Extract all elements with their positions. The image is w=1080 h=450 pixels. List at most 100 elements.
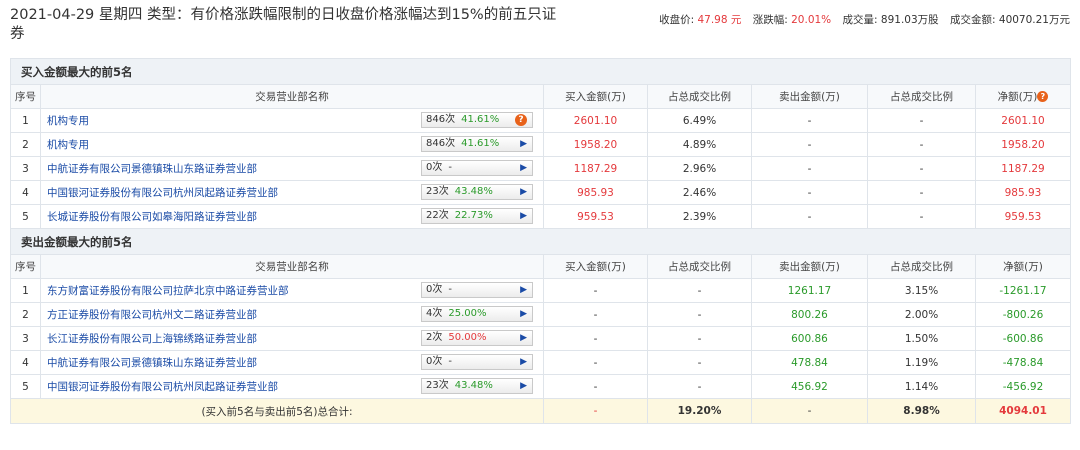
arrow-right-icon[interactable]: ▶ (520, 307, 527, 321)
buy-ratio: - (647, 278, 752, 303)
sell-amount: 456.92 (751, 374, 868, 399)
broker-link[interactable]: 长江证券股份有限公司上海锦绣路证券营业部 (47, 333, 257, 345)
broker-link[interactable]: 中国银河证券股份有限公司杭州凤起路证券营业部 (47, 187, 278, 199)
col-buy-ratio: 占总成交比例 (647, 254, 752, 279)
broker-link[interactable]: 长城证券股份有限公司如皋海阳路证券营业部 (47, 211, 257, 223)
col-sell: 卖出金额(万) (751, 254, 868, 279)
broker-link[interactable]: 中航证券有限公司景德镇珠山东路证券营业部 (47, 163, 257, 175)
success-rate: 25.00% (448, 308, 487, 319)
broker-link[interactable]: 机构专用 (47, 115, 89, 127)
row-seq: 3 (10, 156, 41, 181)
sell-ratio: - (867, 180, 976, 205)
col-seq: 序号 (10, 84, 41, 109)
table-row: 1 机构专用 846次 41.61%? 2601.10 6.49% - -2601.10 (10, 108, 1072, 133)
sell-ratio: 2.00% (867, 302, 976, 327)
history-badge[interactable]: 846次 41.61% ▶ (421, 136, 533, 152)
broker-cell: 长江证券股份有限公司上海锦绣路证券营业部 2次 50.00% ▶ (40, 326, 544, 351)
success-rate: - (448, 284, 452, 295)
success-rate: 43.48% (454, 380, 493, 391)
col-sell-ratio: 占总成交比例 (867, 84, 976, 109)
table-row: 1 东方财富证券股份有限公司拉萨北京中路证券营业部 0次 - ▶ - -1261.17 3.1… (10, 278, 1072, 303)
col-net: 净额(万) (974, 254, 1072, 279)
broker-link[interactable]: 中航证券有限公司景德镇珠山东路证券营业部 (47, 357, 257, 369)
times-count: 0次 (426, 284, 443, 295)
success-rate: 41.61% (461, 114, 500, 125)
arrow-right-icon[interactable]: ▶ (520, 355, 527, 369)
volume-value: 891.03万股 (880, 14, 939, 26)
total-sell-ratio: 8.98% (867, 398, 976, 424)
table-row: 5 中国银河证券股份有限公司杭州凤起路证券营业部 23次 43.48% ▶ - -456.9… (10, 374, 1072, 399)
net-amount: 959.53 (974, 204, 1072, 229)
close-value: 47.98 元 (697, 14, 742, 26)
success-rate: 43.48% (454, 186, 493, 197)
sell-ratio: 1.14% (867, 374, 976, 399)
row-seq: 1 (10, 278, 41, 303)
sell-amount: 800.26 (751, 302, 868, 327)
broker-link[interactable]: 中国银河证券股份有限公司杭州凤起路证券营业部 (47, 381, 278, 393)
buy-ratio: 2.96% (647, 156, 752, 181)
history-badge[interactable]: 22次 22.73% ▶ (421, 208, 533, 224)
sell-ratio: - (867, 156, 976, 181)
broker-cell: 中国银河证券股份有限公司杭州凤起路证券营业部 23次 43.48% ▶ (40, 374, 544, 399)
success-rate: 50.00% (448, 332, 487, 343)
history-badge[interactable]: 23次 43.48% ▶ (421, 378, 533, 394)
history-badge[interactable]: 23次 43.48% ▶ (421, 184, 533, 200)
buy-ratio: 2.46% (647, 180, 752, 205)
row-seq: 5 (10, 204, 41, 229)
broker-cell: 中航证券有限公司景德镇珠山东路证券营业部 0次 - ▶ (40, 350, 544, 375)
times-count: 22次 (426, 210, 449, 221)
broker-link[interactable]: 东方财富证券股份有限公司拉萨北京中路证券营业部 (47, 285, 289, 297)
row-seq: 4 (10, 180, 41, 205)
arrow-right-icon[interactable]: ▶ (520, 161, 527, 175)
arrow-right-icon[interactable]: ▶ (520, 209, 527, 223)
history-badge[interactable]: 0次 - ▶ (421, 160, 533, 176)
sell-amount: 1261.17 (751, 278, 868, 303)
net-amount: 985.93 (974, 180, 1072, 205)
change-label: 涨跌幅: (752, 14, 788, 26)
question-icon[interactable]: ? (515, 114, 527, 126)
row-seq: 2 (10, 302, 41, 327)
net-amount: 1958.20 (974, 132, 1072, 157)
buy-amount: 959.53 (543, 204, 648, 229)
buy-ratio: - (647, 374, 752, 399)
col-buy: 买入金额(万) (543, 254, 648, 279)
history-badge[interactable]: 0次 - ▶ (421, 282, 533, 298)
history-badge[interactable]: 4次 25.00% ▶ (421, 306, 533, 322)
table-row: 2 机构专用 846次 41.61% ▶ 1958.20 4.89% - -1958.20 (10, 132, 1072, 157)
row-seq: 3 (10, 326, 41, 351)
total-buy: - (543, 398, 648, 424)
net-amount: -600.86 (974, 326, 1072, 351)
times-count: 23次 (426, 380, 449, 391)
history-badge[interactable]: 846次 41.61%? (421, 112, 533, 128)
table-row: 3 长江证券股份有限公司上海锦绣路证券营业部 2次 50.00% ▶ - -600.86 1.… (10, 326, 1072, 351)
question-icon[interactable]: ? (1037, 91, 1049, 102)
broker-link[interactable]: 机构专用 (47, 139, 89, 151)
buy-header-row: 序号 交易营业部名称 买入金额(万) 占总成交比例 卖出金额(万) 占总成交比例… (10, 84, 1072, 109)
arrow-right-icon[interactable]: ▶ (520, 137, 527, 151)
broker-cell: 东方财富证券股份有限公司拉萨北京中路证券营业部 0次 - ▶ (40, 278, 544, 303)
arrow-right-icon[interactable]: ▶ (520, 283, 527, 297)
table-row: 4 中国银河证券股份有限公司杭州凤起路证券营业部 23次 43.48% ▶ 985.93 2… (10, 180, 1072, 205)
close-label: 收盘价: (659, 14, 695, 26)
sell-amount: 600.86 (751, 326, 868, 351)
change-value: 20.01% (791, 14, 832, 26)
net-amount: -1261.17 (974, 278, 1072, 303)
sell-amount: - (751, 156, 868, 181)
arrow-right-icon[interactable]: ▶ (520, 185, 527, 199)
history-badge[interactable]: 2次 50.00% ▶ (421, 330, 533, 346)
arrow-right-icon[interactable]: ▶ (520, 379, 527, 393)
table-row: 2 方正证券股份有限公司杭州文二路证券营业部 4次 25.00% ▶ - -800.26 2.… (10, 302, 1072, 327)
broker-cell: 方正证券股份有限公司杭州文二路证券营业部 4次 25.00% ▶ (40, 302, 544, 327)
table-row: 4 中航证券有限公司景德镇珠山东路证券营业部 0次 - ▶ - -478.84 1.19% -4… (10, 350, 1072, 375)
net-amount: -456.92 (974, 374, 1072, 399)
arrow-right-icon[interactable]: ▶ (520, 331, 527, 345)
times-count: 846次 (426, 138, 456, 149)
stock-stats: 收盘价: 47.98 元 涨跌幅: 20.01% 成交量: 891.03万股 成… (659, 12, 1070, 27)
success-rate: - (448, 162, 452, 173)
broker-link[interactable]: 方正证券股份有限公司杭州文二路证券营业部 (47, 309, 257, 321)
table-row: 5 长城证券股份有限公司如皋海阳路证券营业部 22次 22.73% ▶ 959.53 2.3… (10, 204, 1072, 229)
history-badge[interactable]: 0次 - ▶ (421, 354, 533, 370)
net-amount: 1187.29 (974, 156, 1072, 181)
net-amount: 2601.10 (974, 108, 1072, 133)
sell-amount: - (751, 132, 868, 157)
